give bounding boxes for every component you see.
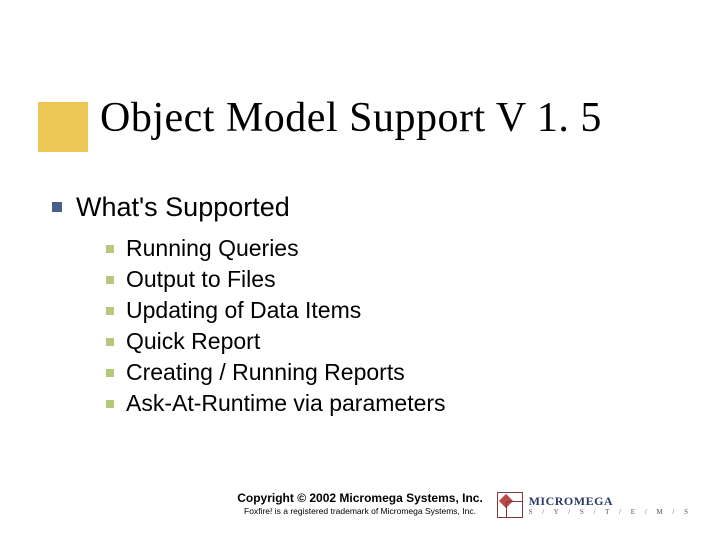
logo-mark-icon [497, 492, 523, 518]
list-item-text: Quick Report [126, 328, 260, 355]
bullet-icon [106, 369, 114, 377]
list-item-text: Ask-At-Runtime via parameters [126, 390, 446, 417]
item-list: Running Queries Output to Files Updating… [106, 235, 652, 417]
list-item-text: Output to Files [126, 266, 276, 293]
list-item: Ask-At-Runtime via parameters [106, 390, 652, 417]
section-heading: What's Supported [52, 192, 652, 223]
list-item: Creating / Running Reports [106, 359, 652, 386]
accent-square-icon [38, 102, 88, 152]
list-item: Running Queries [106, 235, 652, 262]
list-item-text: Updating of Data Items [126, 297, 361, 324]
logo-name: MICROMEGA [529, 495, 692, 507]
list-item-text: Running Queries [126, 235, 299, 262]
bullet-icon [106, 276, 114, 284]
logo-tagline: S / Y / S / T / E / M / S [529, 509, 692, 516]
slide: Object Model Support V 1. 5 What's Suppo… [0, 0, 720, 540]
slide-title: Object Model Support V 1. 5 [100, 94, 602, 142]
slide-body: What's Supported Running Queries Output … [52, 192, 652, 421]
list-item: Updating of Data Items [106, 297, 652, 324]
list-item: Quick Report [106, 328, 652, 355]
logo-text: MICROMEGA S / Y / S / T / E / M / S [529, 495, 692, 516]
bullet-icon [106, 245, 114, 253]
list-item: Output to Files [106, 266, 652, 293]
bullet-icon [106, 400, 114, 408]
bullet-icon [106, 338, 114, 346]
bullet-icon [52, 202, 62, 212]
bullet-icon [106, 307, 114, 315]
company-logo: MICROMEGA S / Y / S / T / E / M / S [497, 492, 692, 518]
section-heading-text: What's Supported [76, 192, 290, 223]
list-item-text: Creating / Running Reports [126, 359, 405, 386]
